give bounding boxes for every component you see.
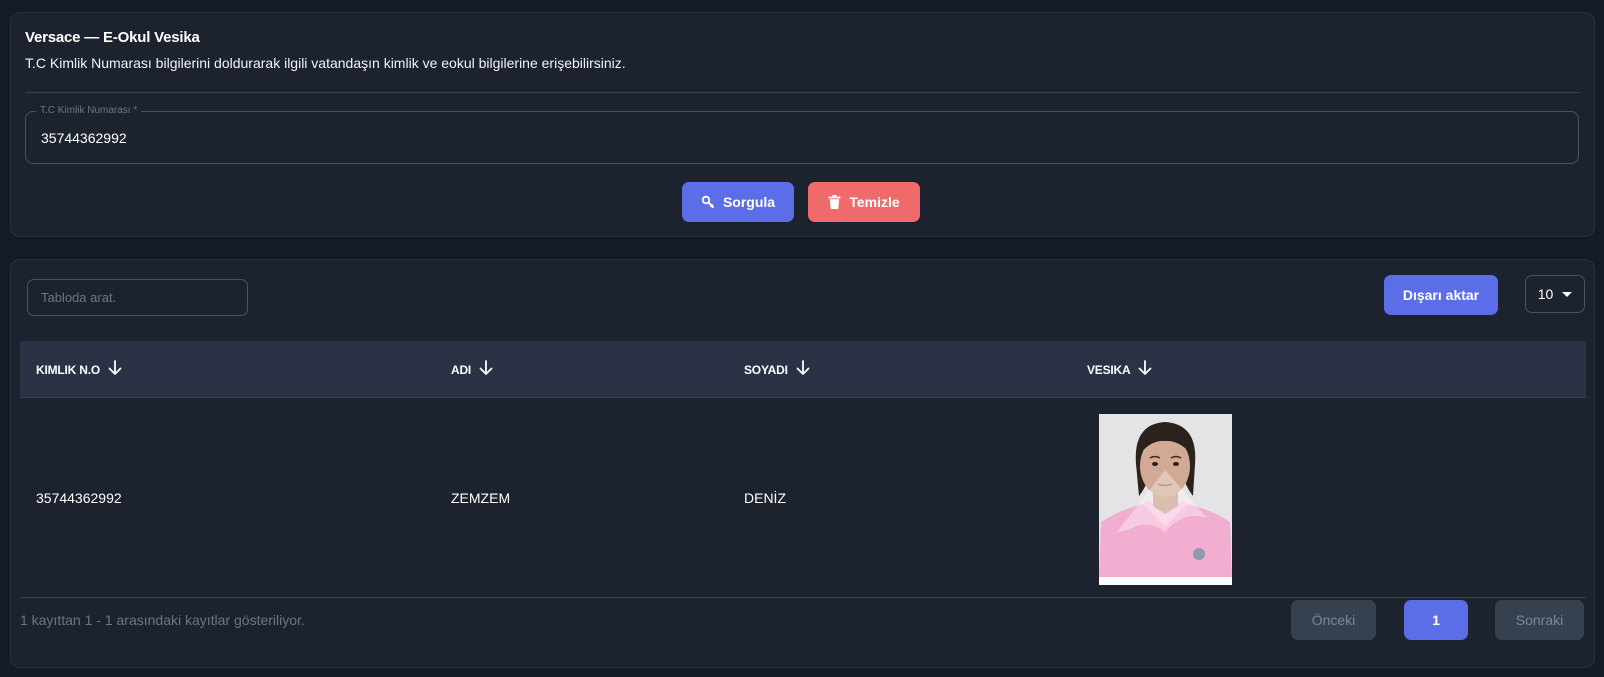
table-header: KIMLIK N.O ADI SOYADI VESIKA (20, 341, 1586, 398)
column-header-adi[interactable]: ADI (451, 341, 493, 398)
cell-soyadi: DENİZ (744, 490, 786, 506)
table-row: 35744362992 ZEMZEM DENİZ (20, 398, 1586, 598)
cell-kimlik-no: 35744362992 (36, 490, 122, 506)
arrow-down-icon (108, 360, 122, 379)
column-header-kimlik[interactable]: KIMLIK N.O (36, 341, 122, 398)
tc-field-label: T.C Kimlik Numarası * (36, 105, 142, 117)
export-button[interactable]: Dışarı aktar (1384, 275, 1498, 315)
pagination-info: 1 kayıttan 1 - 1 arasındaki kayıtlar gös… (20, 612, 305, 628)
column-header-label: ADI (451, 362, 472, 377)
column-header-label: VESIKA (1087, 362, 1131, 377)
column-header-vesika[interactable]: VESIKA (1087, 341, 1152, 398)
query-button-label: Sorgula (722, 194, 776, 210)
export-button-label: Dışarı aktar (1402, 287, 1480, 303)
page-description: T.C Kimlik Numarası bilgilerini doldurar… (25, 55, 626, 71)
page-title: Versace — E-Okul Vesika (25, 29, 200, 46)
query-button[interactable]: Sorgula (682, 182, 794, 222)
tc-input[interactable] (39, 126, 1539, 150)
page-1-button[interactable]: 1 (1404, 600, 1468, 640)
table-search-input[interactable] (27, 279, 248, 316)
cell-adi: ZEMZEM (451, 490, 511, 506)
results-card: Dışarı aktar 10 KIMLIK N.O ADI SOYADI VE… (10, 259, 1595, 668)
vesika-photo (1099, 414, 1232, 585)
search-icon (701, 195, 715, 209)
caret-down-icon (1562, 291, 1573, 297)
arrow-down-icon (796, 360, 810, 379)
column-header-soyadi[interactable]: SOYADI (744, 341, 810, 398)
column-header-label: KIMLIK N.O (36, 362, 100, 377)
next-page-button[interactable]: Sonraki (1495, 600, 1584, 640)
previous-page-button[interactable]: Önceki (1291, 600, 1376, 640)
divider (25, 92, 1580, 93)
clear-button-label: Temizle (849, 194, 900, 210)
clear-button[interactable]: Temizle (808, 182, 920, 222)
tc-field: T.C Kimlik Numarası * (25, 105, 1579, 164)
query-card: Versace — E-Okul Vesika T.C Kimlik Numar… (10, 12, 1595, 237)
arrow-down-icon (479, 360, 493, 379)
page-size-select[interactable]: 10 (1525, 275, 1585, 313)
trash-icon (828, 195, 841, 209)
arrow-down-icon (1138, 360, 1152, 379)
page-size-value: 10 (1537, 286, 1554, 302)
column-header-label: SOYADI (744, 362, 788, 377)
